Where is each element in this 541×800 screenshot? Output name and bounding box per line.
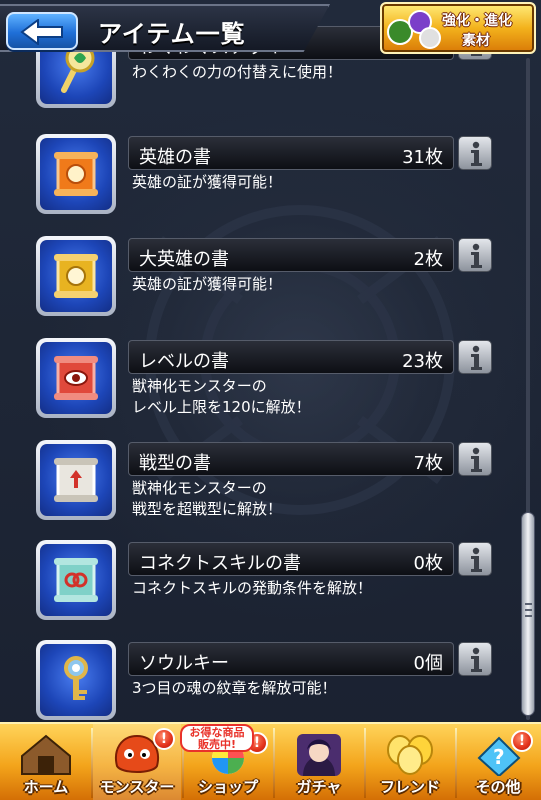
info-button[interactable] [458, 340, 492, 374]
item-name: コネクトスキルの書 [139, 553, 301, 574]
item-icon-frame[interactable] [36, 440, 116, 520]
scrollbar[interactable] [520, 58, 536, 720]
hero-scroll-icon [54, 152, 98, 196]
svg-text:?: ? [493, 745, 505, 769]
item-name: 大英雄の書 [139, 249, 229, 270]
level-scroll-icon [54, 356, 98, 400]
back-arrow-icon [20, 19, 63, 45]
nav-monster-label: モンスター [99, 778, 175, 796]
nav-other[interactable]: ? ! その他 [455, 724, 541, 800]
notification-badge: ! [153, 728, 175, 750]
nav-other-label: その他 [475, 778, 521, 796]
bottom-nav: ホーム ! モンスター ! ショップ ガチャ フレンド ? ! その他 [0, 722, 541, 800]
item-count: 0個 [413, 653, 443, 674]
scroll-thumb[interactable] [521, 512, 535, 716]
nav-gacha[interactable]: ガチャ [275, 724, 363, 800]
nav-friend-label: フレンド [379, 778, 440, 796]
header: アイテム一覧 強化・進化 素材 [0, 0, 541, 58]
info-icon [471, 141, 482, 166]
info-button[interactable] [458, 542, 492, 576]
item-description: 英雄の証が獲得可能！ [132, 275, 283, 293]
item-count: 31枚 [402, 147, 443, 168]
material-orbs-icon [387, 10, 441, 49]
material-button[interactable]: 強化・進化 素材 [380, 2, 536, 54]
back-button[interactable] [6, 12, 78, 50]
list-item[interactable]: コネクトスキルの書 0枚 コネクトスキルの発動条件を解放！ [0, 540, 520, 640]
item-name-bar: 大英雄の書 2枚 [128, 238, 454, 272]
connect-skill-scroll-icon [54, 558, 98, 602]
info-button[interactable] [458, 238, 492, 272]
home-icon [21, 734, 71, 775]
list-item[interactable]: 英雄の書 31枚 英雄の証が獲得可能！ [0, 134, 520, 234]
item-count: 2枚 [413, 249, 443, 270]
item-name-bar: 英雄の書 31枚 [128, 136, 454, 170]
item-count: 7枚 [413, 453, 443, 474]
nav-monster[interactable]: ! モンスター [93, 724, 181, 800]
deal-bubble[interactable]: お得な商品 販売中! [180, 724, 254, 752]
info-icon [471, 243, 482, 268]
item-count: 23枚 [402, 351, 443, 372]
info-button[interactable] [458, 642, 492, 676]
info-icon [471, 647, 482, 672]
notification-badge: ! [511, 730, 533, 752]
item-name: ソウルキー [139, 653, 229, 674]
friend-balloons-icon [387, 735, 433, 775]
item-description: 獣神化モンスターの 戦型を超戦型に解放！ [132, 479, 283, 518]
info-icon [471, 447, 482, 472]
item-description: わくわくの力の付替えに使用！ [132, 63, 343, 81]
item-description: 英雄の証が獲得可能！ [132, 173, 283, 191]
gacha-character-icon [297, 734, 341, 776]
item-icon-frame[interactable] [36, 338, 116, 418]
list-item[interactable]: レベルの書 23枚 獣神化モンスターの レベル上限を120に解放！ [0, 338, 520, 438]
item-count: 0枚 [413, 553, 443, 574]
material-button-label: 強化・進化 [442, 13, 512, 29]
item-description: 3つ目の魂の紋章を解放可能！ [132, 679, 337, 697]
info-icon [471, 345, 482, 370]
great-hero-scroll-icon [54, 254, 98, 298]
battle-type-scroll-icon [54, 458, 98, 502]
item-name: 戦型の書 [139, 453, 211, 474]
item-description: 獣神化モンスターの レベル上限を120に解放！ [132, 377, 311, 416]
info-button[interactable] [458, 442, 492, 476]
item-name-bar: ソウルキー 0個 [128, 642, 454, 676]
nav-gacha-label: ガチャ [296, 778, 342, 796]
item-icon-frame[interactable] [36, 134, 116, 214]
list-item[interactable]: 戦型の書 7枚 獣神化モンスターの 戦型を超戦型に解放！ [0, 440, 520, 540]
info-button[interactable] [458, 136, 492, 170]
page-title: アイテム一覧 [98, 20, 246, 48]
item-name: 英雄の書 [139, 147, 211, 168]
nav-shop-label: ショップ [197, 778, 258, 796]
nav-home[interactable]: ホーム [2, 724, 90, 800]
nav-home-label: ホーム [23, 778, 69, 796]
item-description: コネクトスキルの発動条件を解放！ [132, 579, 373, 597]
item-name-bar: レベルの書 23枚 [128, 340, 454, 374]
item-icon-frame[interactable] [36, 640, 116, 720]
item-name-bar: 戦型の書 7枚 [128, 442, 454, 476]
soul-key-icon [64, 656, 88, 700]
item-name-bar: コネクトスキルの書 0枚 [128, 542, 454, 576]
info-icon [471, 547, 482, 572]
item-list[interactable]: わくわくステッキ わくわくの力の付替えに使用！ [0, 0, 541, 800]
item-icon-frame[interactable] [36, 236, 116, 316]
material-button-label: 素材 [462, 33, 490, 49]
nav-friend[interactable]: フレンド [366, 724, 454, 800]
list-item[interactable]: 大英雄の書 2枚 英雄の証が獲得可能！ [0, 236, 520, 336]
item-name: レベルの書 [139, 351, 229, 372]
item-icon-frame[interactable] [36, 540, 116, 620]
